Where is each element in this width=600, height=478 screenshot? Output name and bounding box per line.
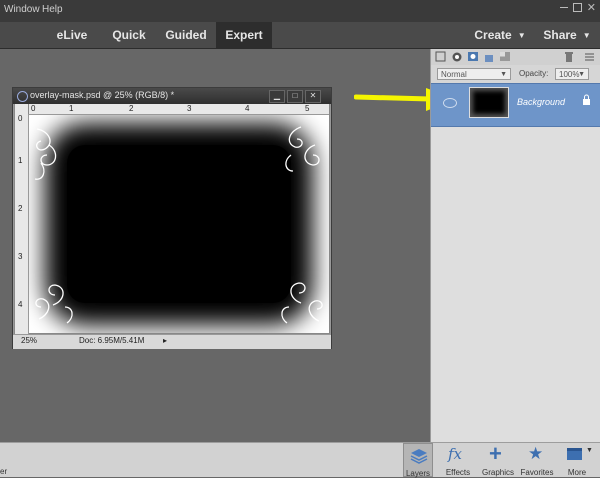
adjustment-layer-icon[interactable]: [451, 51, 463, 62]
more-icon: [567, 448, 582, 460]
ruler-horizontal: 0 1 2 3 4 5: [29, 104, 329, 115]
menu-bar: Window Help ✕: [0, 0, 600, 22]
blend-row: Normal ▼ Opacity: 100% ▼: [431, 65, 600, 83]
ruler-corner: [15, 104, 28, 114]
layers-icon: [410, 449, 428, 464]
maximize-icon[interactable]: [573, 3, 582, 12]
close-icon[interactable]: ✕: [587, 1, 596, 14]
doc-size-info: Doc: 6.95M/5.41M: [79, 336, 145, 345]
trash-icon[interactable]: [563, 51, 575, 62]
ruler-tick-label: 4: [18, 300, 23, 309]
ruler-vertical: 0 1 2 3 4: [15, 114, 29, 334]
document-icon: [17, 91, 28, 102]
swirl-ornaments: [34, 126, 323, 324]
chevron-down-icon: ▼: [500, 71, 507, 78]
ruler-tick-label: 2: [18, 204, 23, 213]
ruler-tick-label: 0: [18, 114, 23, 123]
panel-bin-bar: er Layers fx Effects + Graphics ★ Favori…: [0, 441, 600, 478]
minimize-icon[interactable]: [560, 7, 568, 8]
panel-menu-icon[interactable]: [583, 51, 595, 62]
tab-guided[interactable]: Guided: [158, 22, 214, 48]
opacity-value: 100%: [559, 70, 580, 79]
document-window[interactable]: overlay-mask.psd @ 25% (RGB/8) * ▁ □ ✕ 0…: [12, 87, 332, 349]
ruler-tick-label: 5: [305, 104, 310, 113]
create-button[interactable]: Create ▼: [470, 22, 530, 48]
more-button[interactable]: ▼ More: [562, 443, 593, 477]
document-title: overlay-mask.psd @ 25% (RGB/8) *: [30, 90, 175, 100]
layer-mask-icon[interactable]: [467, 51, 479, 62]
share-label: Share: [543, 28, 577, 42]
visibility-eye-icon[interactable]: [443, 98, 457, 108]
ruler-tick-label: 3: [187, 104, 192, 113]
tab-quick[interactable]: Quick: [104, 22, 154, 48]
document-status-bar: 25% Doc: 6.95M/5.41M ▸: [13, 334, 331, 349]
layer-name[interactable]: Background: [517, 97, 565, 107]
new-layer-icon[interactable]: [435, 51, 447, 62]
chevron-down-icon: ▼: [578, 71, 585, 78]
layer-row-background[interactable]: Background: [431, 83, 600, 127]
menu-help[interactable]: Help: [42, 4, 63, 15]
graphics-button[interactable]: + Graphics: [480, 441, 516, 477]
menu-window[interactable]: Window: [4, 4, 40, 15]
layer-lock-icon: [583, 94, 590, 105]
opacity-field[interactable]: 100% ▼: [555, 68, 589, 80]
status-menu-arrow-icon[interactable]: ▸: [163, 336, 167, 345]
blend-mode-value: Normal: [441, 70, 467, 79]
layers-button[interactable]: Layers: [403, 443, 433, 478]
tab-expert[interactable]: Expert: [216, 22, 272, 48]
ruler-tick-label: 4: [245, 104, 250, 113]
ruler-tick-label: 3: [18, 252, 23, 261]
ruler-tick-label: 0: [31, 104, 36, 113]
blend-mode-select[interactable]: Normal ▼: [437, 68, 511, 80]
mode-bar: eLive Quick Guided Expert Create ▼ Share ▼: [0, 22, 600, 49]
chevron-down-icon: ▼: [586, 447, 593, 454]
ruler-tick-label: 1: [69, 104, 74, 113]
chevron-down-icon: ▼: [517, 30, 526, 40]
layers-label: Layers: [405, 469, 430, 478]
doc-minimize-button[interactable]: ▁: [269, 90, 285, 103]
lock-transparent-icon[interactable]: [499, 51, 511, 62]
truncated-label: er: [0, 467, 8, 476]
lock-all-icon[interactable]: [483, 51, 495, 62]
layers-toolbar: [431, 49, 600, 66]
zoom-level: 25%: [21, 336, 38, 345]
plus-icon: +: [489, 441, 502, 466]
document-titlebar[interactable]: overlay-mask.psd @ 25% (RGB/8) * ▁ □ ✕: [13, 88, 331, 104]
ruler-tick-label: 2: [129, 104, 134, 113]
doc-maximize-button[interactable]: □: [287, 90, 303, 103]
layer-thumbnail: [469, 87, 509, 118]
chevron-down-icon: ▼: [582, 30, 591, 40]
create-label: Create: [474, 28, 512, 42]
layers-panel: Normal ▼ Opacity: 100% ▼ Background: [430, 49, 600, 442]
tab-elive[interactable]: eLive: [46, 22, 98, 48]
image-canvas[interactable]: [29, 115, 329, 333]
share-button[interactable]: Share ▼: [538, 22, 596, 48]
doc-close-button[interactable]: ✕: [305, 90, 321, 103]
opacity-label: Opacity:: [519, 69, 549, 78]
fx-icon: fx: [448, 445, 463, 463]
ruler-tick-label: 1: [18, 156, 23, 165]
star-icon: ★: [528, 444, 544, 463]
favorites-button[interactable]: ★ Favorites: [519, 443, 555, 477]
effects-button[interactable]: fx Effects: [442, 443, 474, 477]
